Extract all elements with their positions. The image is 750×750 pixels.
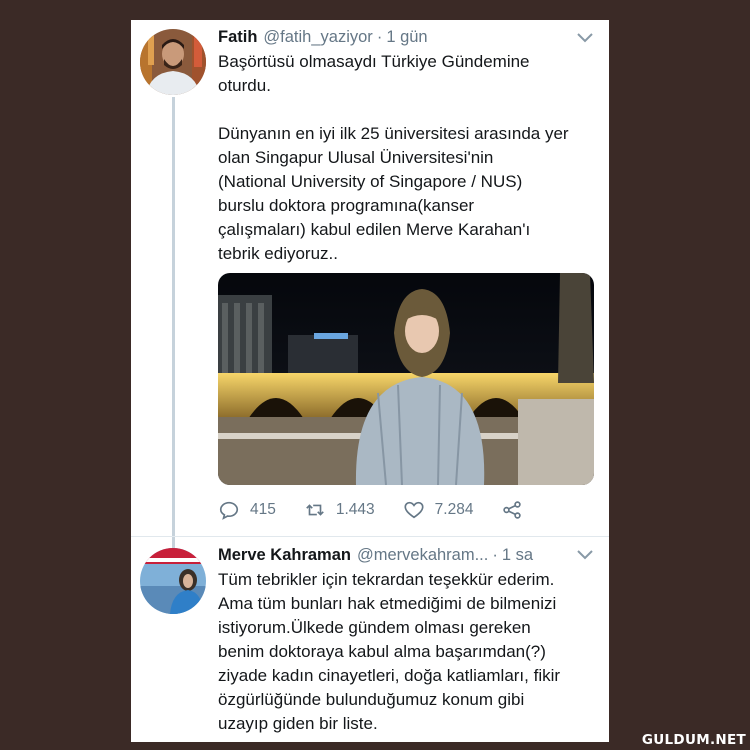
retweet-icon [306, 504, 324, 516]
tweet2-text: Tüm tebrikler için tekrardan teşekkür ed… [218, 570, 561, 733]
tweet1-text: Başörtüsü olmasaydı Türkiye Gündemine ot… [218, 52, 569, 263]
heart-icon [404, 501, 424, 519]
reply-icon [219, 501, 239, 520]
tweet2-author-handle[interactable]: @mervekahram... [357, 546, 488, 565]
share-button[interactable] [501, 499, 523, 521]
tweet1-action-bar: 415 1.443 7.284 [218, 498, 538, 522]
tweet1-timestamp[interactable]: 1 gün [386, 28, 427, 47]
retweet-count: 1.443 [335, 501, 375, 518]
tweet2-timestamp[interactable]: 1 sa [502, 546, 533, 565]
tweet2-author-name[interactable]: Merve Kahraman [218, 546, 351, 565]
tweet1-author-handle[interactable]: @fatih_yaziyor [263, 28, 372, 47]
tweet1-author-name[interactable]: Fatih [218, 28, 257, 47]
chevron-down-icon[interactable] [577, 33, 593, 43]
like-button[interactable]: 7.284 [403, 499, 474, 521]
tweet1-header: Fatih @fatih_yaziyor · 1 gün [218, 28, 428, 47]
avatar-fatih[interactable] [140, 29, 206, 95]
reply-button[interactable]: 415 [218, 499, 276, 521]
tweet1-separator: · [376, 28, 383, 46]
tweet-thread-card: Fatih @fatih_yaziyor · 1 gün Başörtüsü o… [131, 20, 609, 742]
tweet2-header: Merve Kahraman @mervekahram... · 1 sa [218, 546, 533, 565]
reply-count: 415 [250, 501, 276, 518]
tweet2-separator: · [492, 546, 498, 564]
tweet-divider [131, 536, 609, 537]
retweet-button[interactable]: 1.443 [304, 499, 375, 521]
like-count: 7.284 [434, 501, 474, 518]
tweet1-photo[interactable] [218, 273, 594, 485]
share-icon [503, 501, 522, 519]
avatar-merve[interactable] [140, 548, 206, 614]
site-watermark: GULDUM.NET [641, 732, 746, 748]
thread-connector-line [172, 97, 175, 557]
chevron-down-icon[interactable] [577, 550, 593, 560]
